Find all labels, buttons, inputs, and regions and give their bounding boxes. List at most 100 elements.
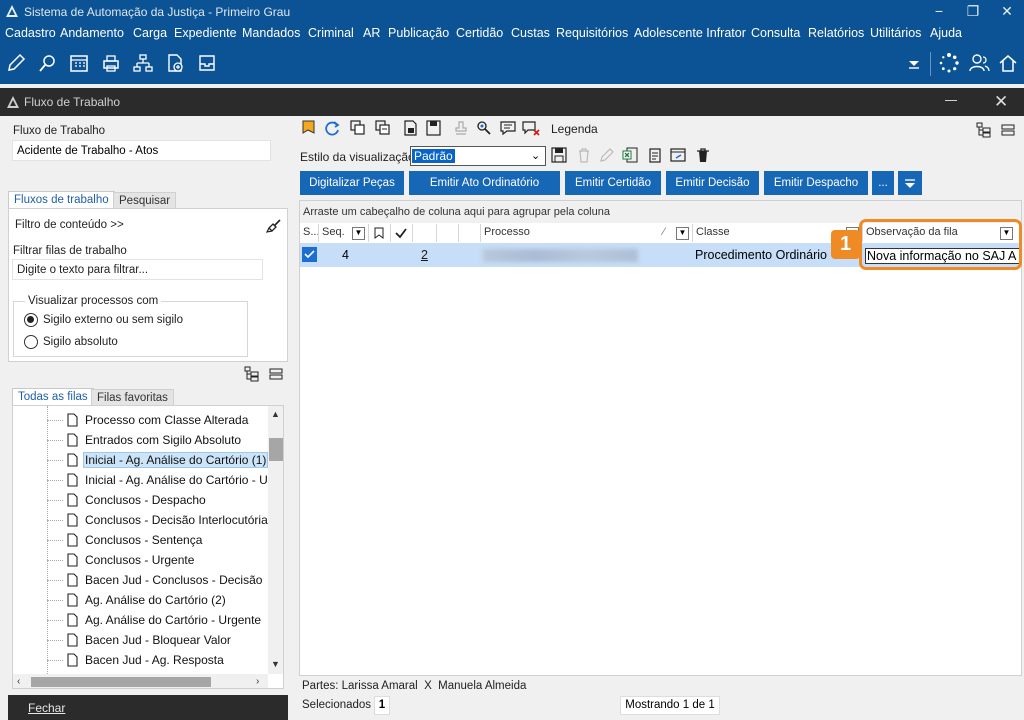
- column-header-blank-1[interactable]: [413, 224, 437, 242]
- menu-cadastro[interactable]: Cadastro: [5, 26, 56, 40]
- legenda-label[interactable]: Legenda: [551, 122, 598, 136]
- radio-sigilo-absoluto[interactable]: [24, 335, 38, 349]
- queue-item[interactable]: Entrados com Sigilo Absoluto: [13, 430, 273, 450]
- row-processo-blurred: [483, 249, 638, 262]
- inner-close-button[interactable]: ✕: [994, 92, 1008, 112]
- inner-minimize-button[interactable]: [945, 100, 957, 101]
- emitir-despacho-button[interactable]: Emitir Despacho: [764, 171, 868, 195]
- menu-publicacao[interactable]: Publicação: [388, 26, 449, 40]
- queue-item[interactable]: Inicial - Ag. Análise do Cartório (1): [13, 450, 273, 470]
- vertical-scrollbar[interactable]: ▲ ▼: [268, 406, 283, 674]
- search-document-icon[interactable]: [37, 52, 59, 74]
- export-window-icon[interactable]: [670, 147, 688, 163]
- actions-dropdown-button[interactable]: [898, 171, 922, 195]
- queue-item[interactable]: Conclusos - Sentença: [13, 530, 273, 550]
- menu-relatorios[interactable]: Relatórios: [808, 26, 864, 40]
- menu-criminal[interactable]: Criminal: [308, 26, 354, 40]
- emitir-ato-ordinatorio-button[interactable]: Emitir Ato Ordinatório: [409, 171, 560, 195]
- title-bar: Sistema de Automação da Justiça - Primei…: [0, 0, 1024, 24]
- queue-item[interactable]: Ag. Análise do Cartório - Urgente: [13, 610, 273, 630]
- partes-label: Partes:: [302, 680, 339, 692]
- menu-ajuda[interactable]: Ajuda: [930, 26, 962, 40]
- hierarchy-icon[interactable]: [132, 52, 154, 74]
- save-icon[interactable]: [551, 147, 567, 163]
- comment-icon[interactable]: [499, 119, 517, 137]
- menu-andamento[interactable]: Andamento: [60, 26, 124, 40]
- row-link[interactable]: 2: [421, 248, 428, 262]
- document-save-icon[interactable]: [425, 119, 443, 137]
- printer-icon[interactable]: [100, 52, 122, 74]
- calendar-icon[interactable]: [68, 52, 90, 74]
- menu-ar[interactable]: AR: [363, 26, 380, 40]
- inbox-icon[interactable]: [196, 52, 218, 74]
- estilo-select[interactable]: Padrão ⌄: [410, 146, 546, 166]
- column-header-blank-3[interactable]: [459, 224, 481, 242]
- menu-expediente[interactable]: Expediente: [174, 26, 237, 40]
- filtrar-filas-input[interactable]: Digite o texto para filtrar...: [12, 259, 263, 280]
- document-lock-icon[interactable]: [402, 119, 420, 137]
- radio-sigilo-absoluto-label[interactable]: Sigilo absoluto: [43, 336, 118, 348]
- menu-carga[interactable]: Carga: [133, 26, 167, 40]
- filter-processo-icon[interactable]: ▼: [676, 227, 689, 240]
- queue-item[interactable]: Bacen Jud - Bloquear Valor: [13, 630, 273, 650]
- maximize-button[interactable]: ❐: [956, 0, 990, 24]
- menu-certidao[interactable]: Certidão: [456, 26, 503, 40]
- fluxo-field[interactable]: Acidente de Trabalho - Atos: [12, 140, 271, 161]
- refresh-icon[interactable]: [323, 119, 341, 137]
- horizontal-scrollbar[interactable]: ‹ ›: [13, 674, 268, 688]
- menu-adolescente-infrator[interactable]: Adolescente Infrator: [634, 26, 746, 40]
- queue-item[interactable]: Processo com Classe Alterada: [13, 410, 273, 430]
- remove-comment-icon[interactable]: [521, 119, 541, 137]
- search-people-icon[interactable]: [475, 119, 493, 137]
- filtro-conteudo-toggle[interactable]: Filtro de conteúdo >>: [15, 219, 124, 231]
- toolbar-dropdown-icon[interactable]: [903, 52, 925, 74]
- digitalizar-pecas-button[interactable]: Digitalizar Peças: [300, 171, 404, 195]
- queue-item[interactable]: Conclusos - Despacho: [13, 490, 273, 510]
- menu-custas[interactable]: Custas: [511, 26, 550, 40]
- tree-view-icon[interactable]: [244, 366, 260, 382]
- add-document-icon[interactable]: [164, 52, 186, 74]
- tree-view-icon[interactable]: [976, 122, 992, 138]
- trash-icon[interactable]: [695, 147, 711, 163]
- close-app-button[interactable]: ✕: [990, 0, 1024, 24]
- column-header-s[interactable]: S...: [300, 224, 319, 242]
- emitir-certidao-button[interactable]: Emitir Certidão: [565, 171, 661, 195]
- filter-seq-icon[interactable]: ▼: [352, 227, 365, 240]
- queue-item[interactable]: Bacen Jud - Ag. Resposta: [13, 650, 273, 670]
- list-view-icon[interactable]: [268, 366, 284, 382]
- edit-icon[interactable]: [5, 52, 27, 74]
- menu-utilitarios[interactable]: Utilitários: [870, 26, 921, 40]
- clipboard-icon[interactable]: [647, 147, 663, 163]
- queue-item[interactable]: Conclusos - Urgente: [13, 550, 273, 570]
- users-icon[interactable]: [968, 52, 990, 74]
- menu-mandados[interactable]: Mandados: [242, 26, 300, 40]
- tab-fluxos-de-trabalho[interactable]: Fluxos de trabalho: [8, 191, 115, 208]
- checkmark-icon: [395, 228, 407, 239]
- menu-requisitorios[interactable]: Requisitórios: [556, 26, 628, 40]
- column-header-processo[interactable]: Processo ⁄: [481, 224, 693, 242]
- queue-item[interactable]: Inicial - Ag. Análise do Cartório - Urge…: [13, 470, 283, 490]
- queue-item[interactable]: Bacen Jud - Conclusos - Decisão: [13, 570, 273, 590]
- list-view-icon[interactable]: [1000, 122, 1016, 138]
- row-checkbox[interactable]: [302, 247, 317, 262]
- home-icon[interactable]: [997, 52, 1019, 74]
- excel-export-icon[interactable]: [622, 147, 638, 163]
- minimize-button[interactable]: −: [922, 0, 956, 24]
- more-actions-button[interactable]: ...: [872, 171, 894, 195]
- estilo-label: Estilo da visualização: [300, 150, 415, 164]
- fechar-label[interactable]: Fechar: [28, 701, 65, 715]
- radio-sigilo-externo-label[interactable]: Sigilo externo ou sem sigilo: [43, 314, 183, 326]
- brush-icon[interactable]: [266, 218, 282, 234]
- emitir-decisao-button[interactable]: Emitir Decisão: [666, 171, 759, 195]
- tab-todas-as-filas[interactable]: Todas as filas: [12, 388, 94, 405]
- fechar-button[interactable]: Fechar: [8, 695, 288, 720]
- visualizar-groupbox: [13, 301, 248, 357]
- orange-flag-icon[interactable]: [300, 119, 318, 137]
- column-header-blank-2[interactable]: [437, 224, 459, 242]
- queue-item[interactable]: Ag. Análise do Cartório (2): [13, 590, 273, 610]
- copy-icon[interactable]: [350, 120, 366, 136]
- radio-sigilo-externo[interactable]: [24, 313, 38, 327]
- queue-item[interactable]: Conclusos - Decisão Interlocutória: [13, 510, 273, 530]
- menu-consulta[interactable]: Consulta: [751, 26, 800, 40]
- duplicate-icon[interactable]: [375, 120, 391, 136]
